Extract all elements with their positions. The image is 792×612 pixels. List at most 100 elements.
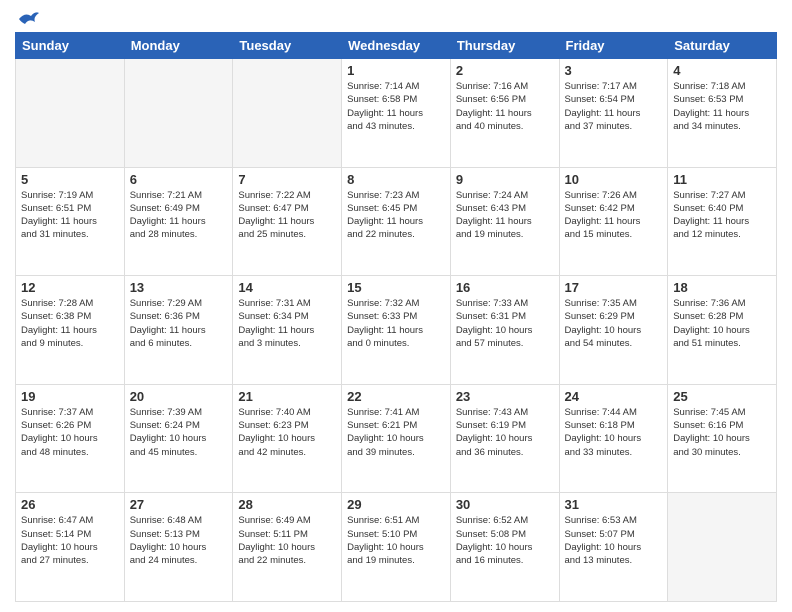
day-cell: 11 Sunrise: 7:27 AM Sunset: 6:40 PM Dayli… [668, 167, 777, 276]
day-cell: 18Sunrise: 7:36 AM Sunset: 6:28 PM Dayli… [668, 276, 777, 385]
day-cell: 29 Sunrise: 6:51 AM Sunset: 5:10 PM Dayli… [342, 493, 451, 602]
day-cell: 31 Sunrise: 6:53 AM Sunset: 5:07 PM Dayli… [559, 493, 668, 602]
day-cell [124, 59, 233, 168]
week-row-4: 19 Sunrise: 7:37 AM Sunset: 6:26 PM Dayli… [16, 384, 777, 493]
day-info: Sunrise: 7:17 AM Sunset: 6:54 PM Dayligh… [565, 80, 663, 133]
week-row-1: 1 Sunrise: 7:14 AM Sunset: 6:58 PM Daylig… [16, 59, 777, 168]
day-info: Sunrise: 6:53 AM Sunset: 5:07 PM Dayligh… [565, 514, 663, 567]
day-info: Sunrise: 7:35 AM Sunset: 6:29 PM Dayligh… [565, 297, 663, 350]
day-number: 7 [238, 172, 336, 187]
day-number: 11 [673, 172, 771, 187]
day-number: 18 [673, 280, 771, 295]
day-info: Sunrise: 7:14 AM Sunset: 6:58 PM Dayligh… [347, 80, 445, 133]
day-number: 9 [456, 172, 554, 187]
day-cell: 5Sunrise: 7:19 AM Sunset: 6:51 PM Daylig… [16, 167, 125, 276]
day-cell: 13 Sunrise: 7:29 AM Sunset: 6:36 PM Dayli… [124, 276, 233, 385]
day-info: Sunrise: 7:33 AM Sunset: 6:31 PM Dayligh… [456, 297, 554, 350]
week-row-5: 26 Sunrise: 6:47 AM Sunset: 5:14 PM Dayli… [16, 493, 777, 602]
day-info: Sunrise: 7:37 AM Sunset: 6:26 PM Dayligh… [21, 406, 119, 459]
day-info: Sunrise: 6:49 AM Sunset: 5:11 PM Dayligh… [238, 514, 336, 567]
day-number: 10 [565, 172, 663, 187]
day-number: 19 [21, 389, 119, 404]
day-cell: 22 Sunrise: 7:41 AM Sunset: 6:21 PM Dayli… [342, 384, 451, 493]
day-number: 20 [130, 389, 228, 404]
day-cell [16, 59, 125, 168]
header-row: Sunday Monday Tuesday Wednesday Thursday… [16, 33, 777, 59]
day-info: Sunrise: 7:44 AM Sunset: 6:18 PM Dayligh… [565, 406, 663, 459]
day-cell: 6Sunrise: 7:21 AM Sunset: 6:49 PM Daylig… [124, 167, 233, 276]
day-cell: 21Sunrise: 7:40 AM Sunset: 6:23 PM Dayli… [233, 384, 342, 493]
week-row-3: 12 Sunrise: 7:28 AM Sunset: 6:38 PM Dayli… [16, 276, 777, 385]
day-cell: 8 Sunrise: 7:23 AM Sunset: 6:45 PM Daylig… [342, 167, 451, 276]
day-info: Sunrise: 7:24 AM Sunset: 6:43 PM Dayligh… [456, 189, 554, 242]
day-number: 27 [130, 497, 228, 512]
day-cell: 24Sunrise: 7:44 AM Sunset: 6:18 PM Dayli… [559, 384, 668, 493]
day-cell: 7 Sunrise: 7:22 AM Sunset: 6:47 PM Daylig… [233, 167, 342, 276]
day-number: 25 [673, 389, 771, 404]
day-cell: 15 Sunrise: 7:32 AM Sunset: 6:33 PM Dayli… [342, 276, 451, 385]
day-info: Sunrise: 7:26 AM Sunset: 6:42 PM Dayligh… [565, 189, 663, 242]
day-number: 14 [238, 280, 336, 295]
calendar-table: Sunday Monday Tuesday Wednesday Thursday… [15, 32, 777, 602]
day-info: Sunrise: 7:45 AM Sunset: 6:16 PM Dayligh… [673, 406, 771, 459]
logo [15, 10, 39, 24]
day-number: 15 [347, 280, 445, 295]
day-cell [668, 493, 777, 602]
day-info: Sunrise: 6:47 AM Sunset: 5:14 PM Dayligh… [21, 514, 119, 567]
day-cell: 16 Sunrise: 7:33 AM Sunset: 6:31 PM Dayli… [450, 276, 559, 385]
day-info: Sunrise: 7:22 AM Sunset: 6:47 PM Dayligh… [238, 189, 336, 242]
day-number: 31 [565, 497, 663, 512]
day-cell: 2Sunrise: 7:16 AM Sunset: 6:56 PM Daylig… [450, 59, 559, 168]
day-number: 23 [456, 389, 554, 404]
day-number: 3 [565, 63, 663, 78]
col-thursday: Thursday [450, 33, 559, 59]
day-info: Sunrise: 7:31 AM Sunset: 6:34 PM Dayligh… [238, 297, 336, 350]
day-cell: 14 Sunrise: 7:31 AM Sunset: 6:34 PM Dayli… [233, 276, 342, 385]
day-cell: 1 Sunrise: 7:14 AM Sunset: 6:58 PM Daylig… [342, 59, 451, 168]
col-friday: Friday [559, 33, 668, 59]
day-number: 26 [21, 497, 119, 512]
col-tuesday: Tuesday [233, 33, 342, 59]
day-info: Sunrise: 6:51 AM Sunset: 5:10 PM Dayligh… [347, 514, 445, 567]
day-number: 30 [456, 497, 554, 512]
day-number: 1 [347, 63, 445, 78]
day-cell: 26 Sunrise: 6:47 AM Sunset: 5:14 PM Dayli… [16, 493, 125, 602]
day-number: 8 [347, 172, 445, 187]
day-cell: 23Sunrise: 7:43 AM Sunset: 6:19 PM Dayli… [450, 384, 559, 493]
day-cell: 4 Sunrise: 7:18 AM Sunset: 6:53 PM Daylig… [668, 59, 777, 168]
day-info: Sunrise: 7:41 AM Sunset: 6:21 PM Dayligh… [347, 406, 445, 459]
day-number: 21 [238, 389, 336, 404]
day-info: Sunrise: 7:21 AM Sunset: 6:49 PM Dayligh… [130, 189, 228, 242]
day-number: 29 [347, 497, 445, 512]
day-info: Sunrise: 7:29 AM Sunset: 6:36 PM Dayligh… [130, 297, 228, 350]
day-info: Sunrise: 7:28 AM Sunset: 6:38 PM Dayligh… [21, 297, 119, 350]
day-number: 17 [565, 280, 663, 295]
col-saturday: Saturday [668, 33, 777, 59]
col-monday: Monday [124, 33, 233, 59]
day-number: 4 [673, 63, 771, 78]
day-cell: 10 Sunrise: 7:26 AM Sunset: 6:42 PM Dayli… [559, 167, 668, 276]
week-row-2: 5Sunrise: 7:19 AM Sunset: 6:51 PM Daylig… [16, 167, 777, 276]
day-number: 12 [21, 280, 119, 295]
col-wednesday: Wednesday [342, 33, 451, 59]
day-number: 13 [130, 280, 228, 295]
day-cell: 3 Sunrise: 7:17 AM Sunset: 6:54 PM Daylig… [559, 59, 668, 168]
day-cell: 30 Sunrise: 6:52 AM Sunset: 5:08 PM Dayli… [450, 493, 559, 602]
header [15, 10, 777, 24]
day-cell [233, 59, 342, 168]
day-cell: 27Sunrise: 6:48 AM Sunset: 5:13 PM Dayli… [124, 493, 233, 602]
day-info: Sunrise: 7:32 AM Sunset: 6:33 PM Dayligh… [347, 297, 445, 350]
day-cell: 28 Sunrise: 6:49 AM Sunset: 5:11 PM Dayli… [233, 493, 342, 602]
day-cell: 20Sunrise: 7:39 AM Sunset: 6:24 PM Dayli… [124, 384, 233, 493]
day-number: 16 [456, 280, 554, 295]
day-number: 22 [347, 389, 445, 404]
day-number: 28 [238, 497, 336, 512]
day-info: Sunrise: 7:23 AM Sunset: 6:45 PM Dayligh… [347, 189, 445, 242]
day-cell: 25 Sunrise: 7:45 AM Sunset: 6:16 PM Dayli… [668, 384, 777, 493]
logo-bird-icon [17, 10, 39, 28]
day-info: Sunrise: 7:27 AM Sunset: 6:40 PM Dayligh… [673, 189, 771, 242]
day-info: Sunrise: 7:16 AM Sunset: 6:56 PM Dayligh… [456, 80, 554, 133]
day-info: Sunrise: 7:19 AM Sunset: 6:51 PM Dayligh… [21, 189, 119, 242]
day-info: Sunrise: 7:18 AM Sunset: 6:53 PM Dayligh… [673, 80, 771, 133]
day-info: Sunrise: 6:52 AM Sunset: 5:08 PM Dayligh… [456, 514, 554, 567]
